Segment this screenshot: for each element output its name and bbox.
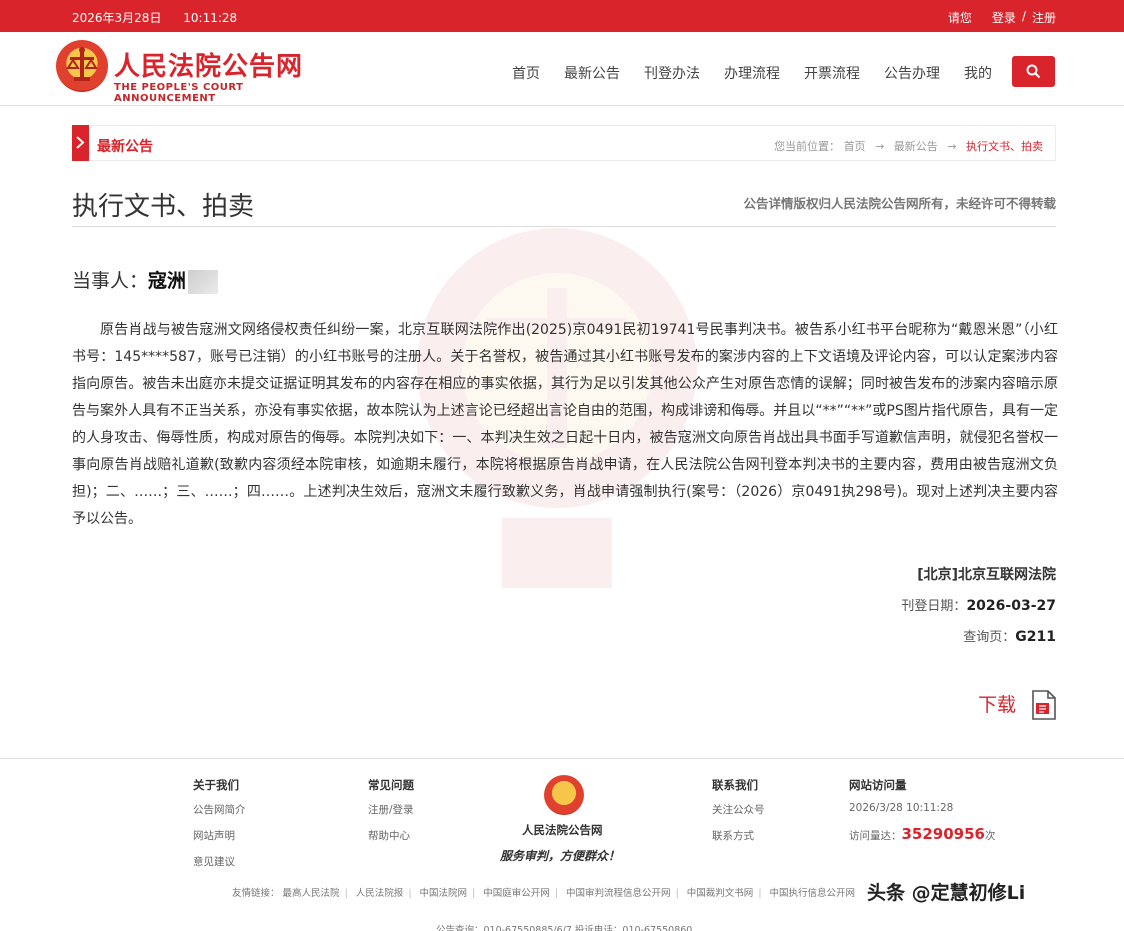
section-marker xyxy=(72,125,89,161)
nav-home[interactable]: 首页 xyxy=(512,63,540,83)
site-header: 人民法院公告网 THE PEOPLE'S COURT ANNOUNCEMENT … xyxy=(0,32,1124,106)
footer-phones: 公告查询：010-67550885/6/7 投诉电话：010-67550860 xyxy=(436,925,693,931)
footer-about: 关于我们 公告网简介 网站声明 意见建议 xyxy=(193,777,246,880)
footer-emblem-icon xyxy=(544,775,584,815)
publish-date-label: 刊登日期： xyxy=(901,599,967,614)
query-page-value: G211 xyxy=(1015,629,1056,645)
site-logo[interactable]: 人民法院公告网 THE PEOPLE'S COURT ANNOUNCEMENT xyxy=(56,40,336,104)
breadcrumb-home[interactable]: 首页 xyxy=(844,140,866,153)
breadcrumb-arrow: → xyxy=(875,140,885,153)
footer-link[interactable]: 意见建议 xyxy=(193,854,246,869)
footer-about-title: 关于我们 xyxy=(193,778,239,792)
breadcrumb-latest[interactable]: 最新公告 xyxy=(894,140,938,153)
search-button[interactable] xyxy=(1012,56,1055,87)
breadcrumb-arrow: → xyxy=(947,140,957,153)
friend-link[interactable]: 人民法院报 xyxy=(356,888,404,899)
footer-link[interactable]: 公告网简介 xyxy=(193,802,246,817)
nav-handle[interactable]: 公告办理 xyxy=(884,63,940,83)
watermark-overlay: 头条 @定慧初修Li xyxy=(867,882,1026,904)
party-line: 当事人：寇洲 xyxy=(72,266,186,293)
nav-process[interactable]: 办理流程 xyxy=(724,63,780,83)
greeting: 请您 xyxy=(947,11,972,25)
nav-publishing[interactable]: 刊登办法 xyxy=(644,63,700,83)
site-footer: 关于我们 公告网简介 网站声明 意见建议 常见问题 注册/登录 帮助中心 人民法… xyxy=(0,758,1124,931)
chevron-right-icon xyxy=(76,136,85,149)
breadcrumb-prefix: 您当前位置： xyxy=(774,140,841,153)
court-emblem-icon xyxy=(56,40,108,92)
current-date: 2026年3月28日 xyxy=(72,11,162,25)
main-nav: 首页 最新公告 刊登办法 办理流程 开票流程 公告办理 我的 xyxy=(512,63,1016,83)
datetime: 2026年3月28日 10:11:28 xyxy=(72,9,255,26)
breadcrumb: 您当前位置： 首页 → 最新公告 → 执行文书、拍卖 xyxy=(774,138,1043,154)
logo-text-en: THE PEOPLE'S COURT ANNOUNCEMENT xyxy=(114,82,244,104)
register-link[interactable]: 注册 xyxy=(1032,9,1056,26)
auth-separator: / xyxy=(1021,9,1026,23)
party-name: 寇洲 xyxy=(148,270,187,292)
current-time: 10:11:28 xyxy=(183,11,238,25)
publish-date: 刊登日期：2026-03-27 xyxy=(901,595,1056,614)
pdf-file-icon[interactable] xyxy=(1031,690,1057,720)
search-icon xyxy=(1026,64,1041,79)
notice-body: 原告肖战与被告寇洲文网络侵权责任纠纷一案，北京互联网法院作出(2025)京049… xyxy=(72,322,1058,527)
visits-unit: 次 xyxy=(985,830,996,842)
friend-link[interactable]: 最高人民法院 xyxy=(283,888,340,899)
section-bar: 最新公告 您当前位置： 首页 → 最新公告 → 执行文书、拍卖 xyxy=(72,125,1056,161)
friend-links-label: 友情链接： xyxy=(232,888,280,899)
top-bar: 2026年3月28日 10:11:28 请您 登录 / 注册 xyxy=(0,0,1124,32)
footer-link[interactable]: 注册/登录 xyxy=(368,802,414,817)
friend-link[interactable]: 中国裁判文书网 xyxy=(687,888,754,899)
nav-latest[interactable]: 最新公告 xyxy=(564,63,620,83)
copyright-notice: 公告详情版权归人民法院公告网所有，未经许可不得转载 xyxy=(743,196,1056,211)
redaction-blur xyxy=(188,270,218,294)
login-link[interactable]: 登录 xyxy=(992,9,1016,26)
publish-date-value: 2026-03-27 xyxy=(966,598,1056,614)
footer-link[interactable]: 帮助中心 xyxy=(368,828,414,843)
friend-link[interactable]: 中国法院网 xyxy=(420,888,468,899)
footer-faq-title: 常见问题 xyxy=(368,778,414,792)
download-link[interactable]: 下载 xyxy=(978,690,1016,717)
footer-contact-title: 联系我们 xyxy=(712,778,758,792)
visits-label: 访问量达： xyxy=(849,830,902,842)
auth-links: 请您 登录 / 注册 xyxy=(948,9,1056,26)
footer-slogan: 服务审判，方便群众！ xyxy=(500,849,621,863)
footer-visits-title: 网站访问量 xyxy=(849,778,907,792)
friend-link[interactable]: 中国庭审公开网 xyxy=(483,888,550,899)
party-label: 当事人： xyxy=(72,270,149,292)
section-title[interactable]: 最新公告 xyxy=(97,136,153,156)
footer-link[interactable]: 联系方式 xyxy=(712,828,765,843)
query-page: 查询页：G211 xyxy=(963,626,1056,645)
query-page-label: 查询页： xyxy=(963,630,1016,645)
nav-mine[interactable]: 我的 xyxy=(964,63,992,83)
page-title: 执行文书、拍卖 xyxy=(72,192,255,222)
friend-links: 友情链接： 最高人民法院 | 人民法院报 | 中国法院网 | 中国庭审公开网 | 中国审… xyxy=(232,888,856,899)
friend-link[interactable]: 中国审判流程信息公开网 xyxy=(566,888,671,899)
issuing-court: [北京]北京互联网法院 xyxy=(917,567,1056,583)
footer-link[interactable]: 网站声明 xyxy=(193,828,246,843)
visits-datetime: 2026/3/28 10:11:28 xyxy=(849,802,954,814)
footer-contact: 联系我们 关注公众号 联系方式 xyxy=(712,777,765,854)
nav-invoice[interactable]: 开票流程 xyxy=(804,63,860,83)
logo-text-cn: 人民法院公告网 xyxy=(114,52,304,82)
visits-count: 35290956 xyxy=(901,825,986,843)
footer-visits: 网站访问量 2026/3/28 10:11:28 访问量达：35290956次 xyxy=(849,777,996,854)
footer-site-name: 人民法院公告网 xyxy=(522,823,603,837)
footer-link[interactable]: 关注公众号 xyxy=(712,802,765,817)
breadcrumb-current: 执行文书、拍卖 xyxy=(966,140,1043,153)
friend-link[interactable]: 中国执行信息公开网 xyxy=(770,888,856,899)
footer-faq: 常见问题 注册/登录 帮助中心 xyxy=(368,777,414,854)
visits-count-line: 访问量达：35290956次 xyxy=(849,825,996,843)
